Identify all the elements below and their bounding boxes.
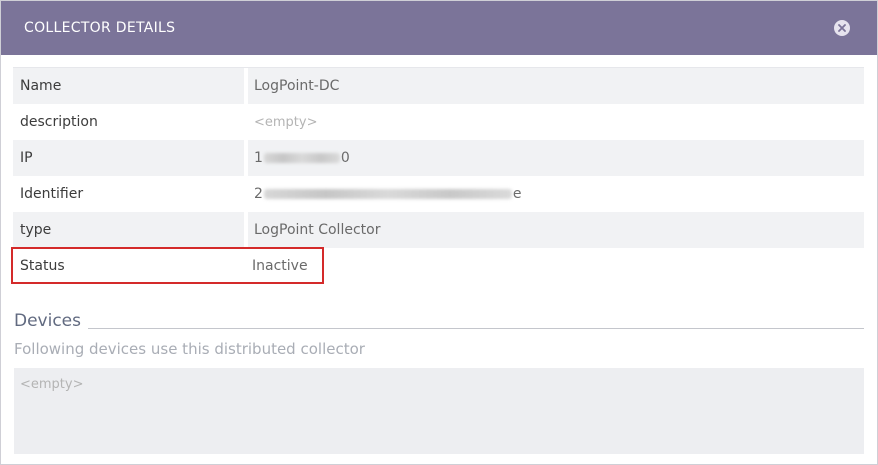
detail-row-name: Name LogPoint-DC (13, 68, 864, 104)
detail-row-description: description <empty> (13, 104, 864, 140)
detail-row-identifier: Identifier 2 e (13, 176, 864, 212)
devices-list: <empty> (14, 368, 864, 454)
devices-divider (88, 328, 864, 329)
detail-value-type: LogPoint Collector (254, 222, 381, 238)
detail-label: type (20, 222, 52, 238)
dialog-title: COLLECTOR DETAILS (24, 20, 176, 36)
detail-label: Status (20, 258, 65, 274)
detail-label: Identifier (20, 186, 84, 202)
detail-value-status: Inactive (252, 258, 308, 274)
dialog-header: COLLECTOR DETAILS (1, 1, 877, 55)
detail-row-type: type LogPoint Collector (13, 212, 864, 248)
identifier-suffix: e (512, 186, 522, 202)
detail-label: Name (20, 78, 62, 94)
devices-empty-text: <empty> (20, 377, 84, 392)
collector-details-dialog: COLLECTOR DETAILS Name LogPoint-DC descr… (0, 0, 878, 465)
close-icon[interactable] (834, 20, 850, 36)
ip-prefix: 1 (254, 150, 263, 166)
detail-value-description: <empty> (254, 114, 318, 130)
devices-section-title: Devices (14, 311, 81, 331)
detail-row-status: Status Inactive (13, 248, 864, 284)
ip-suffix: 0 (340, 150, 350, 166)
detail-label: description (20, 114, 98, 130)
devices-subtitle: Following devices use this distributed c… (14, 340, 365, 358)
detail-value-ip: 1 0 (248, 140, 864, 176)
detail-label: IP (20, 150, 33, 166)
detail-row-ip: IP 1 0 (13, 140, 864, 176)
redacted-identifier (263, 189, 512, 199)
identifier-prefix: 2 (254, 186, 263, 202)
detail-value-name: LogPoint-DC (254, 78, 340, 94)
redacted-ip (263, 153, 340, 163)
details-table: Name LogPoint-DC description <empty> IP … (13, 67, 864, 284)
detail-value-identifier: 2 e (248, 176, 864, 212)
